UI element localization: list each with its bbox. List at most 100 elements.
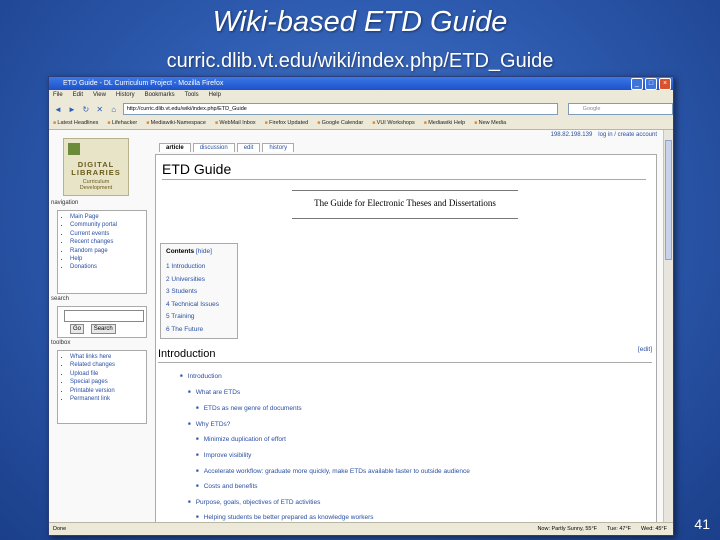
- wiki-search-input[interactable]: [64, 310, 144, 322]
- menu-edit[interactable]: Edit: [73, 90, 83, 101]
- back-arrow-icon[interactable]: ◄: [53, 105, 63, 114]
- minimize-button[interactable]: _: [631, 78, 643, 90]
- bookmark-item[interactable]: Firefox Updated: [265, 117, 308, 129]
- toolbox-heading: toolbox: [51, 340, 71, 346]
- toc-item[interactable]: 5 Training: [166, 311, 237, 324]
- nav-link[interactable]: Help: [70, 255, 146, 263]
- logo-line: LIBRARIES: [71, 168, 121, 177]
- toc-title: Contents: [166, 248, 195, 255]
- menu-bar: File Edit View History Bookmarks Tools H…: [49, 90, 673, 101]
- table-of-contents: Contents [hide] 1 Introduction 2 Univers…: [160, 243, 238, 339]
- outline-item[interactable]: Accelerate workflow: graduate more quick…: [196, 468, 470, 475]
- maximize-button[interactable]: □: [645, 78, 657, 90]
- section-edit-link[interactable]: [edit]: [638, 346, 652, 353]
- outline-item[interactable]: Purpose, goals, objectives of ETD activi…: [188, 499, 321, 506]
- navigation-heading: navigation: [51, 200, 79, 206]
- bookmark-item[interactable]: Mediawiki-Namespace: [146, 117, 206, 129]
- user-links: 198.82.198.139 log in / create account: [551, 132, 657, 138]
- bookmark-item[interactable]: VUI Workshops: [372, 117, 415, 129]
- menu-file[interactable]: File: [53, 90, 63, 101]
- window-titlebar: ETD Guide - DL Curriculum Project - Mozi…: [49, 77, 673, 90]
- toolbox-link[interactable]: Special pages: [70, 378, 146, 386]
- browser-window: ETD Guide - DL Curriculum Project - Mozi…: [48, 76, 674, 536]
- toolbox-link[interactable]: Upload file: [70, 370, 146, 378]
- menu-view[interactable]: View: [93, 90, 106, 101]
- bookmark-item[interactable]: New Media: [474, 117, 507, 129]
- nav-link[interactable]: Donations: [70, 263, 146, 271]
- outline-item[interactable]: Improve visibility: [196, 452, 252, 459]
- page-viewport: 198.82.198.139 log in / create account D…: [49, 130, 673, 523]
- logo-mark-icon: [68, 143, 80, 155]
- site-logo[interactable]: DIGITAL LIBRARIES Curriculum Development: [63, 138, 129, 196]
- reload-icon[interactable]: ↻: [81, 105, 91, 114]
- status-text: Done: [53, 526, 67, 532]
- tab-edit[interactable]: edit: [236, 143, 261, 152]
- window-title: ETD Guide - DL Curriculum Project - Mozi…: [63, 80, 224, 87]
- close-button[interactable]: ×: [659, 78, 671, 90]
- tab-history[interactable]: history: [262, 143, 295, 152]
- outline-item[interactable]: Why ETDs?: [188, 421, 231, 428]
- bookmark-item[interactable]: Latest Headlines: [53, 117, 98, 129]
- guide-banner-image[interactable]: The Guide for Electronic Theses and Diss…: [292, 190, 518, 219]
- toolbox-link[interactable]: Permanent link: [70, 395, 146, 403]
- menu-bookmarks[interactable]: Bookmarks: [145, 90, 175, 101]
- toc-item[interactable]: 6 The Future: [166, 324, 237, 337]
- menu-history[interactable]: History: [116, 90, 135, 101]
- search-portlet: Go Search: [57, 306, 147, 338]
- page-tabs: article discussion edit history: [159, 143, 295, 152]
- stop-icon[interactable]: ✕: [95, 105, 105, 114]
- weather-tue: Tue: 47°F: [607, 526, 632, 532]
- search-heading: search: [51, 296, 70, 302]
- nav-link[interactable]: Main Page: [70, 213, 146, 221]
- toolbox-link[interactable]: Printable version: [70, 387, 146, 395]
- weather-wed: Wed: 45°F: [641, 526, 667, 532]
- outline-item[interactable]: Costs and benefits: [196, 483, 258, 490]
- navigation-portlet: Main Page Community portal Current event…: [57, 210, 147, 294]
- nav-link[interactable]: Random page: [70, 247, 146, 255]
- outline-item[interactable]: What are ETDs: [188, 389, 240, 396]
- toc-item[interactable]: 1 Introduction: [166, 261, 237, 274]
- menu-tools[interactable]: Tools: [185, 90, 199, 101]
- web-search-input[interactable]: Google: [567, 103, 673, 115]
- slide-title: Wiki-based ETD Guide: [212, 6, 508, 38]
- bookmark-item[interactable]: Google Calendar: [317, 117, 364, 129]
- vertical-scrollbar[interactable]: [663, 130, 673, 523]
- nav-link[interactable]: Current events: [70, 230, 146, 238]
- outline-item[interactable]: Introduction: [180, 373, 222, 380]
- bookmark-item[interactable]: WebMail Inbox: [215, 117, 255, 129]
- forward-arrow-icon[interactable]: ►: [67, 105, 77, 114]
- toolbox-portlet: What links here Related changes Upload f…: [57, 350, 147, 424]
- url-input[interactable]: [122, 103, 558, 115]
- toc-item[interactable]: 4 Technical Issues: [166, 299, 237, 312]
- tab-discussion[interactable]: discussion: [192, 143, 235, 152]
- ip-address-link[interactable]: 198.82.198.139: [551, 132, 593, 138]
- toolbox-link[interactable]: What links here: [70, 353, 146, 361]
- search-button[interactable]: Search: [90, 324, 116, 334]
- tab-article[interactable]: article: [159, 143, 191, 152]
- slide-page-number: 41: [694, 516, 710, 532]
- toc-item[interactable]: 3 Students: [166, 286, 237, 299]
- menu-help[interactable]: Help: [209, 90, 221, 101]
- toolbox-link[interactable]: Related changes: [70, 361, 146, 369]
- toc-item[interactable]: 2 Universities: [166, 274, 237, 287]
- outline-item[interactable]: ETDs as new genre of documents: [196, 405, 302, 412]
- scrollbar-thumb[interactable]: [665, 140, 672, 260]
- outline-item[interactable]: Helping students be better prepared as k…: [196, 514, 374, 521]
- login-link[interactable]: log in / create account: [598, 132, 657, 138]
- section-divider: [158, 362, 652, 363]
- nav-link[interactable]: Community portal: [70, 221, 146, 229]
- home-icon[interactable]: ⌂: [109, 105, 119, 114]
- toc-hide-link[interactable]: [hide]: [196, 248, 212, 255]
- go-button[interactable]: Go: [70, 324, 85, 334]
- outline-item[interactable]: Minimize duplication of effort: [196, 436, 286, 443]
- title-divider: [162, 179, 646, 180]
- section-heading: Introduction: [158, 348, 216, 360]
- bookmark-item[interactable]: Lifehacker: [107, 117, 137, 129]
- nav-link[interactable]: Recent changes: [70, 238, 146, 246]
- navigation-toolbar: ◄ ► ↻ ✕ ⌂ Google: [49, 101, 673, 117]
- status-bar: Done Now: Partly Sunny, 55°F Tue: 47°F W…: [49, 522, 673, 535]
- article-content: ETD Guide The Guide for Electronic These…: [155, 154, 657, 523]
- page-title: ETD Guide: [162, 161, 232, 177]
- bookmark-item[interactable]: Mediawiki Help: [424, 117, 465, 129]
- slide-subtitle: curric.dlib.vt.edu/wiki/index.php/ETD_Gu…: [166, 50, 554, 72]
